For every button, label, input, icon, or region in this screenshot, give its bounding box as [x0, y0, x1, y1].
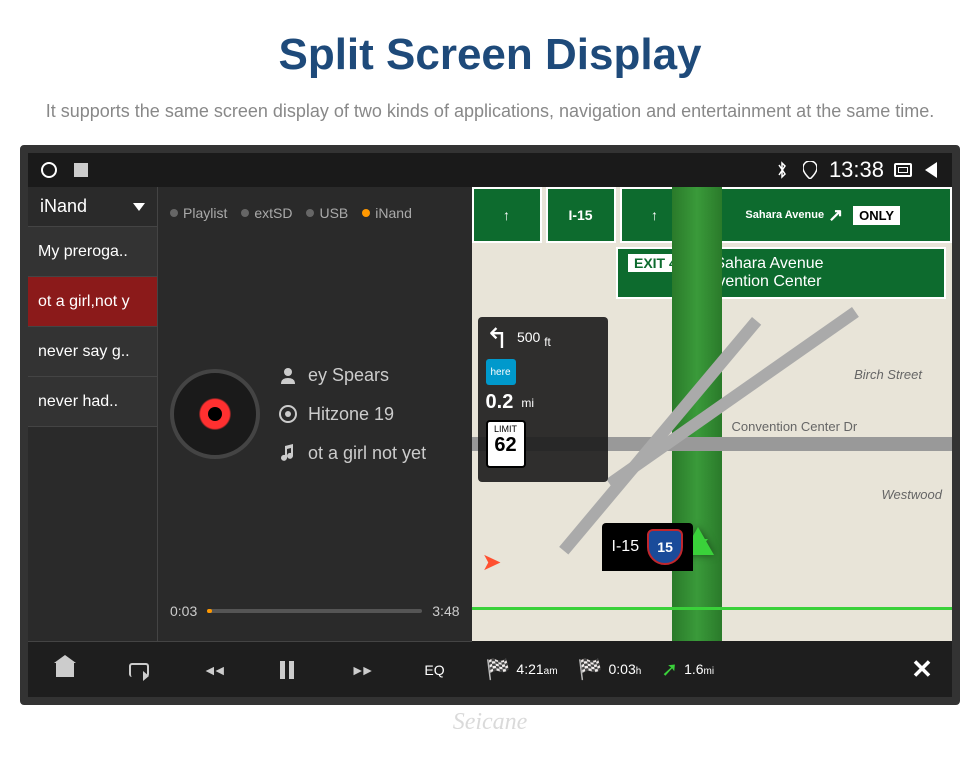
- status-bar: 13:38: [28, 153, 952, 187]
- elapsed-time: 0:03: [170, 603, 197, 619]
- chevron-down-icon: [133, 203, 145, 211]
- repeat-icon: [129, 663, 149, 677]
- home-button[interactable]: [41, 650, 89, 690]
- location-icon: [801, 161, 819, 179]
- progress-row: 0:03 3:48: [170, 597, 460, 633]
- stat-distance[interactable]: ➚ 1.6mi: [653, 649, 722, 689]
- now-playing: ey Spears Hitzone 19: [170, 231, 460, 597]
- next-icon: [351, 662, 371, 678]
- lane-sign: ↑: [472, 187, 542, 243]
- lane-sign-only: Sahara Avenue ↗ ONLY: [694, 187, 952, 243]
- title-row: ot a girl not yet: [278, 443, 426, 464]
- gallery-icon[interactable]: [72, 161, 90, 179]
- lane-sign: I-15: [546, 187, 616, 243]
- interstate-shield-icon: 15: [647, 529, 683, 565]
- stat-arrival[interactable]: 🏁 4:21am: [478, 649, 566, 689]
- map-canvas[interactable]: ↑ I-15 ↑ Sahara Avenue ↗ ONLY EXIT 40 » …: [472, 187, 952, 641]
- prev-button[interactable]: [189, 650, 237, 690]
- person-icon: [278, 365, 298, 385]
- disc-icon: [278, 404, 298, 424]
- album-row: Hitzone 19: [278, 404, 426, 425]
- assistant-icon[interactable]: [40, 161, 58, 179]
- speed-limit-sign: LIMIT 62: [486, 420, 526, 468]
- street-label: Westwood: [882, 487, 942, 502]
- recents-icon[interactable]: [894, 161, 912, 179]
- page-subtitle: It supports the same screen display of t…: [20, 98, 960, 125]
- turn-arrow-icon: ↰: [486, 325, 509, 353]
- tab-usb[interactable]: USB: [306, 205, 348, 221]
- split-container: iNand My preroga.. ot a girl,not y never…: [28, 187, 952, 697]
- bluetooth-icon: [773, 161, 791, 179]
- navigation-pane: ↑ I-15 ↑ Sahara Avenue ↗ ONLY EXIT 40 » …: [472, 187, 952, 697]
- source-label: iNand: [40, 196, 87, 217]
- playlist-column: iNand My preroga.. ot a girl,not y never…: [28, 187, 158, 641]
- track-item[interactable]: never say g..: [28, 327, 157, 377]
- exit-banner: EXIT 40 » Sahara Avenue Convention Cente…: [616, 247, 946, 299]
- media-main: Playlist extSD USB iNand ey Spe: [158, 187, 472, 641]
- next-button[interactable]: [337, 650, 385, 690]
- turn-panel: ↰ 500 ft here 0.2mi LIMIT 62: [478, 317, 608, 482]
- total-time: 3:48: [432, 603, 459, 619]
- track-item[interactable]: My preroga..: [28, 227, 157, 277]
- track-item[interactable]: ot a girl,not y: [28, 277, 157, 327]
- distance-arrow-icon: ➚: [661, 657, 678, 682]
- seek-bar[interactable]: [207, 609, 422, 613]
- nav-bottom-bar: 🏁 4:21am 🏁 0:03h ➚ 1.6mi ✕: [472, 641, 952, 697]
- pause-button[interactable]: [263, 650, 311, 690]
- eq-label: EQ: [424, 662, 444, 678]
- page-title: Split Screen Display: [20, 30, 960, 80]
- tab-playlist[interactable]: Playlist: [170, 205, 227, 221]
- flag-icon: 🏁: [578, 657, 603, 682]
- current-road-banner: I-15 15: [602, 523, 694, 571]
- head-unit-device: 13:38 iNand My preroga.. ot a girl,not y…: [20, 145, 960, 705]
- here-badge: here: [486, 359, 516, 385]
- close-nav-button[interactable]: ✕: [898, 649, 946, 689]
- flag-icon: 🏁: [486, 657, 511, 682]
- stat-duration[interactable]: 🏁 0:03h: [570, 649, 650, 689]
- source-dropdown[interactable]: iNand: [28, 187, 157, 227]
- page-header: Split Screen Display It supports the sam…: [0, 0, 980, 145]
- compass-arrow-icon[interactable]: ➤: [482, 548, 502, 577]
- media-player-pane: iNand My preroga.. ot a girl,not y never…: [28, 187, 472, 697]
- home-icon: [56, 663, 74, 677]
- track-item[interactable]: never had..: [28, 377, 157, 427]
- source-tabs: Playlist extSD USB iNand: [170, 195, 460, 231]
- street-label: Birch Street: [854, 367, 922, 382]
- street-label: Convention Center Dr: [732, 419, 858, 434]
- repeat-button[interactable]: [115, 650, 163, 690]
- artist-row: ey Spears: [278, 365, 426, 386]
- prev-icon: [203, 662, 223, 678]
- media-controls: EQ: [28, 641, 472, 697]
- pause-icon: [280, 661, 294, 679]
- close-icon: ✕: [911, 654, 933, 685]
- tab-inand[interactable]: iNand: [362, 205, 412, 221]
- watermark: Seicane: [453, 709, 528, 736]
- back-icon[interactable]: [922, 161, 940, 179]
- status-time: 13:38: [829, 157, 884, 183]
- album-art: [170, 369, 260, 459]
- music-note-icon: [278, 443, 298, 463]
- tab-extsd[interactable]: extSD: [241, 205, 292, 221]
- eq-button[interactable]: EQ: [410, 650, 458, 690]
